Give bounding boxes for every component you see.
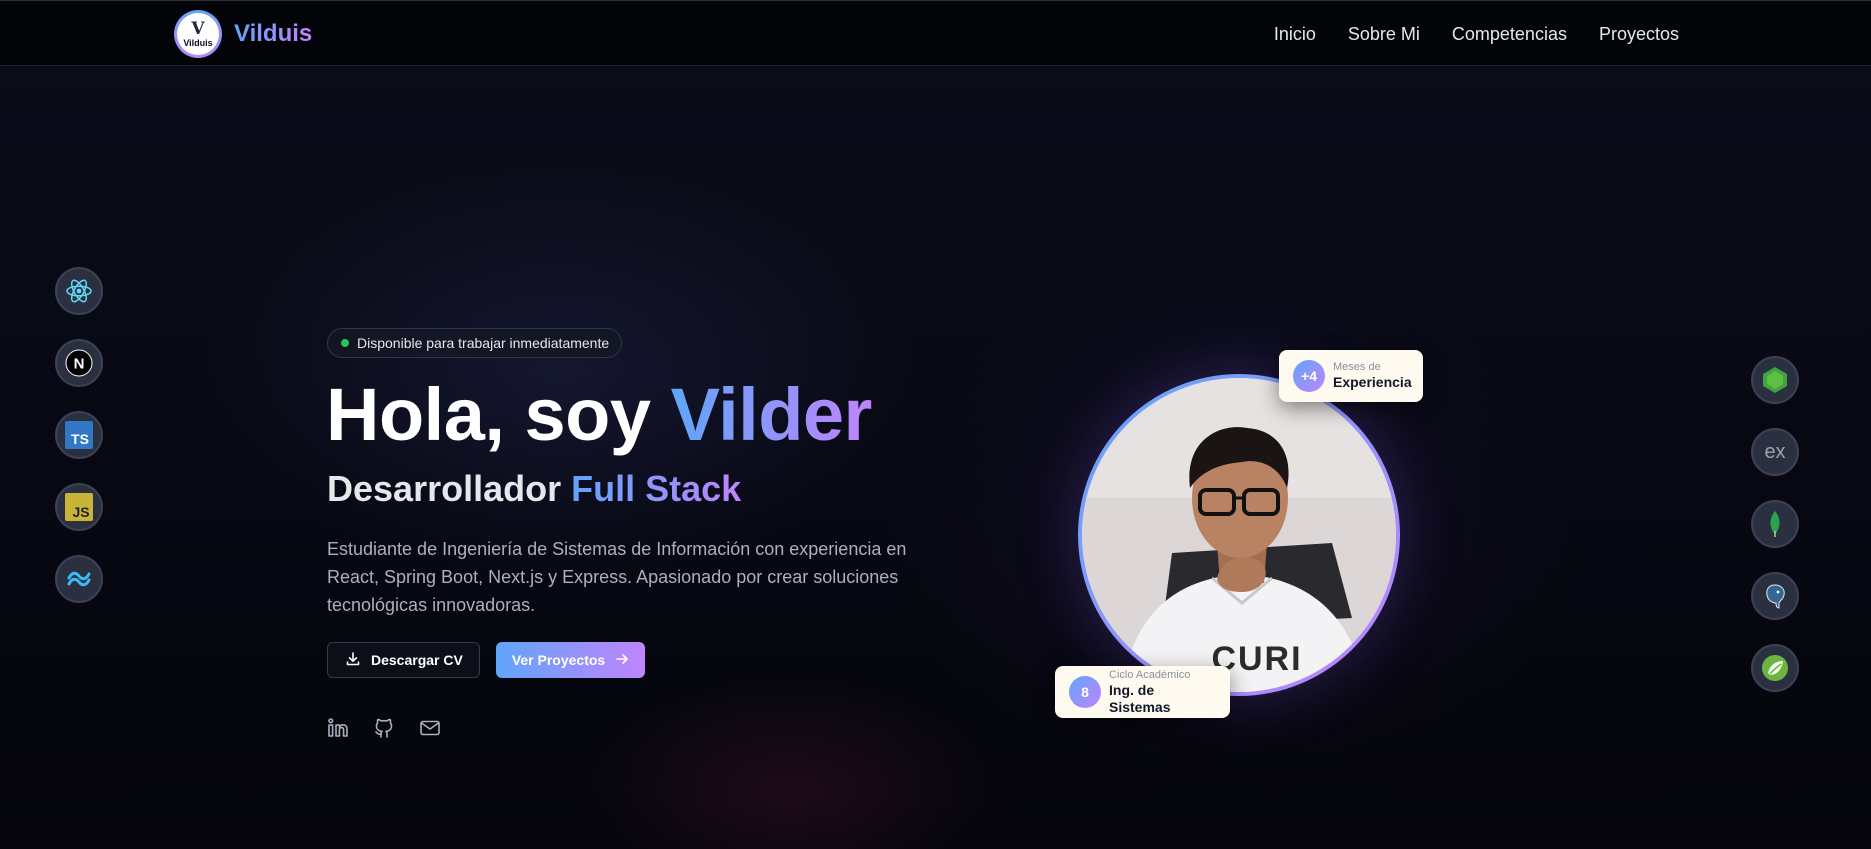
- github-icon[interactable]: [373, 717, 395, 739]
- experience-card: +4 Meses de Experiencia: [1279, 350, 1423, 402]
- view-projects-label: Ver Proyectos: [511, 652, 606, 668]
- brand-logo: V Vilduis: [174, 10, 222, 58]
- express-icon: ex: [1751, 428, 1799, 476]
- hero-title: Hola, soy Vilder: [326, 372, 872, 457]
- javascript-icon: JS: [55, 483, 103, 531]
- profile-photo-frame: CURI: [1078, 374, 1400, 696]
- mail-icon[interactable]: [419, 717, 441, 739]
- cycle-title: Ing. de Sistemas: [1109, 681, 1171, 715]
- arrow-right-icon: [615, 652, 629, 669]
- experience-value: +4: [1293, 360, 1325, 392]
- view-projects-button[interactable]: Ver Proyectos: [495, 642, 646, 678]
- availability-text: Disponible para trabajar inmediatamente: [357, 335, 610, 351]
- react-icon: [55, 267, 103, 315]
- mongodb-icon: [1751, 500, 1799, 548]
- page-background: [0, 0, 1871, 849]
- tech-icons-left: N TS JS: [55, 267, 103, 603]
- logo-text: Vilduis: [183, 37, 213, 48]
- hero-title-prefix: Hola, soy: [326, 373, 671, 456]
- spring-icon: [1751, 644, 1799, 692]
- status-dot-icon: [341, 339, 349, 347]
- typescript-icon: TS: [55, 411, 103, 459]
- brand-name[interactable]: Vilduis: [234, 20, 312, 48]
- nav-link-competencias[interactable]: Competencias: [1452, 24, 1567, 45]
- download-cv-label: Descargar CV: [371, 652, 463, 668]
- experience-title: Experiencia: [1333, 374, 1412, 391]
- nav-link-sobre-mi[interactable]: Sobre Mi: [1348, 24, 1420, 45]
- download-icon: [345, 651, 361, 670]
- javascript-glyph: JS: [72, 504, 89, 520]
- social-links: [327, 717, 441, 739]
- tailwind-icon: [55, 555, 103, 603]
- typescript-glyph: TS: [71, 431, 89, 447]
- linkedin-icon[interactable]: [327, 717, 349, 739]
- hero-title-name: Vilder: [670, 373, 873, 456]
- nav-links: Inicio Sobre Mi Competencias Proyectos: [1274, 1, 1679, 67]
- hero-subtitle-prefix: Desarrollador: [327, 468, 572, 509]
- nextjs-icon: N: [55, 339, 103, 387]
- download-cv-button[interactable]: Descargar CV: [327, 642, 480, 678]
- express-glyph: ex: [1764, 441, 1785, 463]
- hero-subtitle: Desarrollador Full Stack: [327, 468, 741, 510]
- availability-badge: Disponible para trabajar inmediatamente: [327, 328, 623, 358]
- tech-icons-right: ex: [1751, 356, 1799, 692]
- nav-link-inicio[interactable]: Inicio: [1274, 24, 1316, 45]
- nodejs-icon: [1751, 356, 1799, 404]
- logo-v-mark: V: [191, 18, 205, 39]
- postgresql-icon: [1751, 572, 1799, 620]
- cycle-label: Ciclo Académico: [1109, 668, 1191, 681]
- nextjs-glyph: N: [74, 356, 85, 373]
- brand[interactable]: V Vilduis Vilduis: [174, 10, 312, 58]
- cycle-value: 8: [1069, 676, 1101, 708]
- hero-description: Estudiante de Ingeniería de Sistemas de …: [327, 539, 907, 615]
- navbar: V Vilduis Vilduis Inicio Sobre Mi Compet…: [0, 0, 1871, 66]
- experience-label: Meses de: [1333, 361, 1381, 373]
- nav-link-proyectos[interactable]: Proyectos: [1599, 24, 1679, 45]
- hero-actions: Descargar CV Ver Proyectos: [327, 642, 646, 678]
- academic-cycle-card: 8 Ciclo Académico Ing. de Sistemas: [1055, 666, 1230, 718]
- profile-photo: CURI: [1082, 378, 1396, 692]
- hero-subtitle-highlight: Full Stack: [571, 468, 742, 509]
